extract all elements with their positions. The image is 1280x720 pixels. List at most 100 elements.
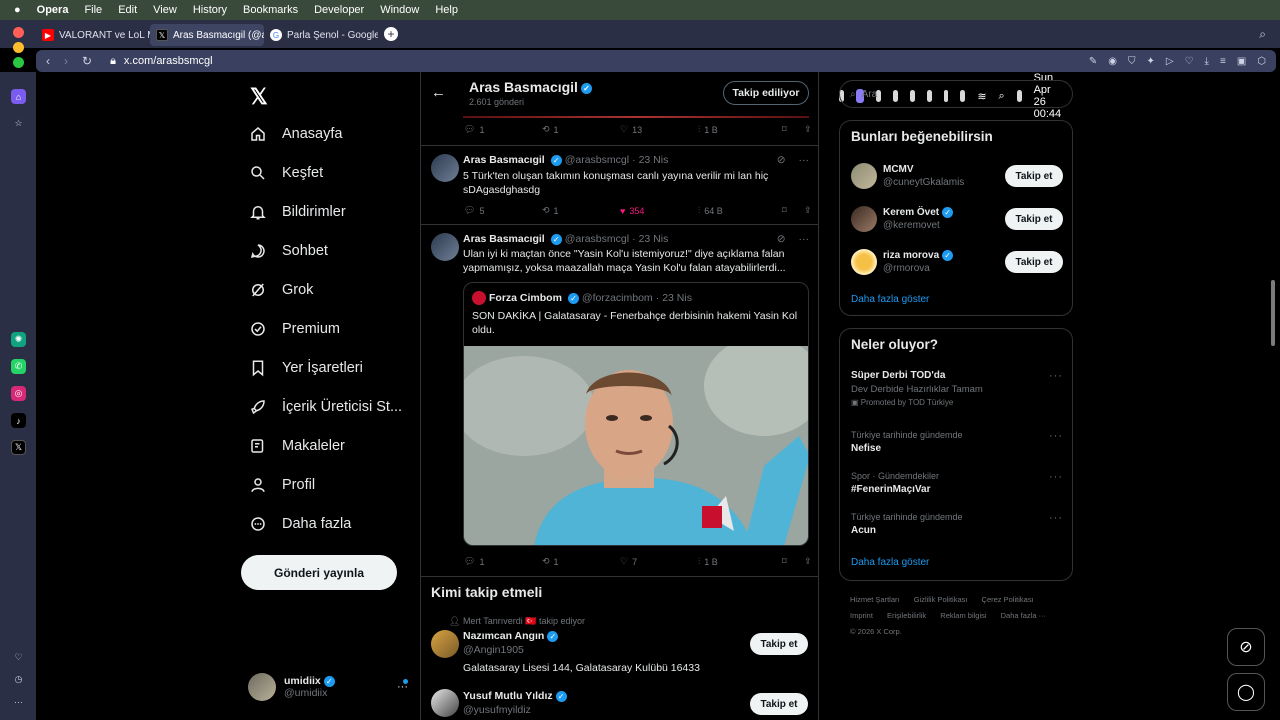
menu-history[interactable]: History [193,4,227,16]
menu-view[interactable]: View [153,4,177,16]
bookmark-icon[interactable]: ⌑ [782,205,804,216]
nav-premium[interactable]: Premium [248,319,340,339]
nav-chat[interactable]: Sohbet [248,241,328,261]
whatsapp-icon[interactable]: ✆ [11,359,26,374]
menu-app[interactable]: Opera [37,4,69,16]
camera-icon[interactable]: ◉ [1108,56,1117,67]
follow-button[interactable]: Takip et [750,693,808,715]
quote-photo[interactable] [464,346,808,545]
menu-developer[interactable]: Developer [314,4,364,16]
tweet[interactable]: Aras Basmacıgil ✓ @arasbsmcgl · 23 Nis ⊘ … [421,146,818,225]
tab-aras[interactable]: 𝕏 Aras Basmacıgil (@arasb [150,24,264,46]
tweet-time[interactable]: 23 Nis [639,233,669,245]
messages-fab[interactable]: ◯ [1227,673,1265,711]
account-switcher[interactable]: umidiix ✓ @umidiix ··· [248,673,408,701]
retweet-button[interactable]: ⟲ 1 [542,556,620,567]
shield-icon[interactable]: ⛉ [1128,56,1136,67]
zoom-window-button[interactable] [13,57,24,68]
player-icon[interactable]: ▷ [1166,56,1174,67]
follow-button[interactable]: Takip et [1005,251,1063,273]
nav-explore[interactable]: Keşfet [248,163,323,183]
menu-bookmarks[interactable]: Bookmarks [243,4,298,16]
grok-icon[interactable]: ⊘ [777,154,786,166]
more-dots-icon[interactable]: ··· [1049,471,1063,483]
menu-file[interactable]: File [84,4,102,16]
tab-google[interactable]: G Parla Şenol - Google'da [264,24,378,46]
footer-link[interactable]: Reklam bilgisi [940,611,986,620]
trend-item[interactable]: Türkiye tarihinde gündemde Nefise ··· [851,430,1063,454]
more-dots-icon[interactable]: ··· [799,233,810,245]
apple-icon[interactable]: ● [14,4,21,16]
more-dots-icon[interactable]: ··· [799,154,810,166]
footer-link[interactable]: Çerez Politikası [982,595,1034,604]
share-icon[interactable]: ⇪ [804,124,812,135]
bookmark-icon[interactable]: ⌑ [782,124,804,135]
search-input[interactable]: ⌕ Ara [839,80,1073,108]
footer-link[interactable]: Gizlilik Politikası [914,595,968,604]
follow-button[interactable]: Takip et [1005,208,1063,230]
nav-home[interactable]: Anasayfa [248,124,342,144]
chatgpt-icon[interactable]: ✺ [11,332,26,347]
quoted-tweet[interactable]: Forza Cimbom ✓ @forzacimbom · 23 Nis SON … [463,282,809,546]
nav-creator-studio[interactable]: İçerik Üreticisi St... [248,397,402,417]
share-icon[interactable]: ⇪ [804,556,812,567]
tiktok-icon[interactable]: ♪ [11,413,26,428]
reply-button[interactable]: 💬︎ 1 [464,556,542,567]
tweet[interactable]: 💬︎ 1 ⟲ 1 ♡ 13 ⫶ 1 B ⌑ ⇪ [421,116,818,146]
bookmark-icon[interactable]: ⌑ [782,556,804,567]
follow-button[interactable]: Takip et [750,633,808,655]
like-button[interactable]: ♥ 354 [620,205,698,216]
retweet-button[interactable]: ⟲ 1 [542,124,620,135]
show-more-link[interactable]: Daha fazla göster [851,294,929,305]
profile-icon[interactable]: ▣ [1237,56,1246,67]
retweet-button[interactable]: ⟲ 1 [542,205,620,216]
reply-button[interactable]: 💬︎ 5 [464,205,542,216]
menu-help[interactable]: Help [435,4,458,16]
menu-edit[interactable]: Edit [118,4,137,16]
author-name[interactable]: Aras Basmacıgil [463,233,545,245]
suggestion-item[interactable]: Kerem Övet ✓ @keremovet Takip et [851,202,1063,236]
back-arrow-icon[interactable]: ← [431,84,446,101]
author-handle[interactable]: @arasbsmcgl [565,233,629,245]
menu-icon[interactable]: ≡ [1220,56,1226,67]
nav-profile[interactable]: Profil [248,475,315,495]
following-button[interactable]: Takip ediliyor [723,81,809,105]
trend-item[interactable]: Spor · Gündemdekiler #FenerinMaçıVar ··· [851,471,1063,495]
history-icon[interactable]: ◷ [11,672,26,687]
footer-link[interactable]: Daha fazla ··· [1001,611,1046,620]
download-icon[interactable]: ⤓ [1205,56,1209,67]
suggestion-item[interactable]: riza morova ✓ @rmorova Takip et [851,245,1063,279]
follow-suggestion[interactable]: Yusuf Mutlu Yıldız ✓ @yusufmyildiz [463,690,567,716]
x-logo-icon[interactable]: 𝕏 [250,84,268,110]
star-icon[interactable]: ☆ [11,116,26,131]
nav-notifications[interactable]: Bildirimler [248,202,346,222]
share-icon[interactable]: ⇪ [804,205,812,216]
views-button[interactable]: ⫶ 1 B [698,124,782,135]
follow-button[interactable]: Takip et [1005,165,1063,187]
tab-valorant[interactable]: ▶ VALORANT ve LoL Milli T [36,24,150,46]
forward-icon[interactable]: › [64,54,68,68]
page-scrollbar[interactable] [1271,280,1275,346]
new-tab-button[interactable]: + [384,27,398,41]
more-dots-icon[interactable]: ··· [1049,512,1063,524]
post-button[interactable]: Gönderi yayınla [241,555,397,590]
nav-bookmarks[interactable]: Yer İşaretleri [248,358,363,378]
home-icon[interactable]: ⌂ [11,89,26,104]
show-more-link[interactable]: Daha fazla göster [851,557,929,568]
back-icon[interactable]: ‹ [46,54,50,68]
author-handle[interactable]: @arasbsmcgl [565,154,629,166]
nav-more[interactable]: Daha fazla [248,514,351,534]
extension-icon[interactable]: ✦ [1146,56,1154,67]
like-button[interactable]: ♡ 7 [620,556,698,567]
reply-button[interactable]: 💬︎ 1 [464,124,542,135]
url-field[interactable]: x.com/arasbsmcgl [124,55,213,67]
edit-icon[interactable]: ✎ [1089,56,1097,67]
views-button[interactable]: ⫶ 64 B [698,205,782,216]
minimize-window-button[interactable] [13,42,24,53]
footer-link[interactable]: Hizmet Şartları [850,595,900,604]
footer-link[interactable]: Imprint [850,611,873,620]
tab-search-icon[interactable]: ⌕ [1259,27,1266,42]
box-icon[interactable]: ⬡ [1257,56,1266,67]
tweet-time[interactable]: 23 Nis [639,154,669,166]
grok-icon[interactable]: ⊘ [777,233,786,245]
